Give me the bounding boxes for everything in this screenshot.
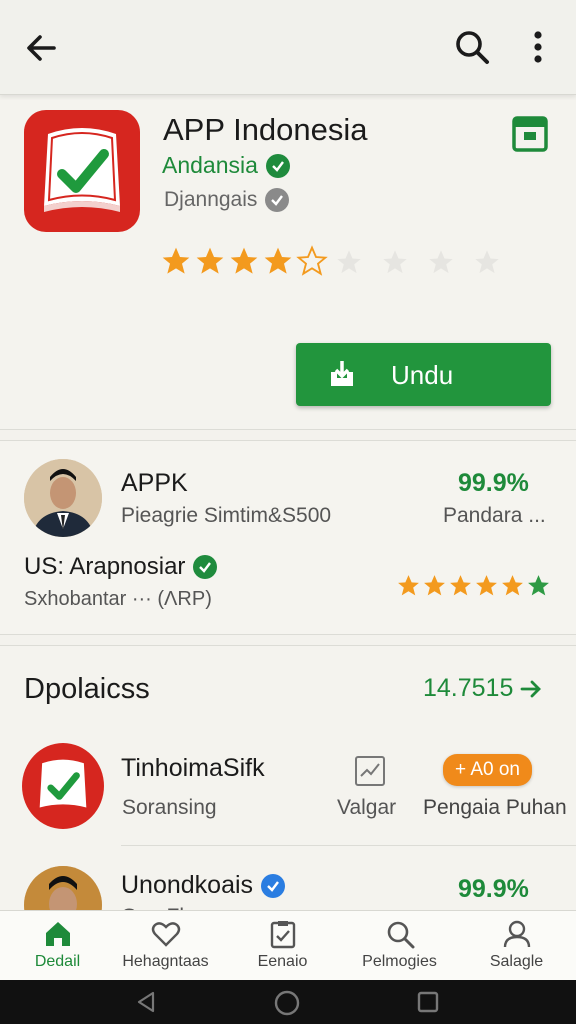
search-icon[interactable] — [452, 27, 492, 67]
star-icon — [337, 250, 361, 274]
star-icon — [502, 575, 523, 596]
star-outline-icon — [296, 245, 328, 276]
nav-label: Salagle — [489, 953, 544, 970]
system-recents-icon[interactable] — [416, 990, 440, 1014]
star-icon — [450, 575, 471, 596]
chart-check-icon[interactable] — [355, 756, 385, 786]
rating-stars — [396, 573, 551, 598]
nav-label: Pelmogies — [362, 953, 437, 970]
star-icon — [424, 575, 445, 596]
badge-subtext: Pengaia Puhan — [423, 796, 567, 819]
app-header-card: APP Indonesia Andansia Djanngais Undu — [0, 100, 576, 430]
home-icon — [45, 922, 70, 946]
list-item-title[interactable]: Unondkoais — [121, 871, 286, 900]
nav-item-details[interactable]: Dedail — [0, 917, 115, 979]
publisher-label: Djanngais — [164, 188, 258, 211]
app-title: APP Indonesia — [163, 112, 368, 147]
percent-value: 99.9% — [458, 875, 529, 903]
developer-label: Andansia — [162, 152, 258, 178]
star-icon — [162, 247, 190, 274]
verified-blue-icon — [261, 873, 286, 898]
bookmark-icon[interactable] — [510, 114, 550, 154]
system-back-icon[interactable] — [134, 990, 158, 1014]
clipboard-check-icon — [270, 921, 295, 949]
developer-card[interactable]: APPK Pieagrie Simtim&S500 99.9% Pandara … — [0, 440, 576, 635]
nav-label: Dedail — [34, 953, 81, 970]
promo-badge[interactable]: + A0 on — [443, 754, 532, 786]
arrow-right-icon — [520, 680, 542, 697]
see-more-value: 14.7515 — [423, 674, 514, 702]
bottom-navigation: Dedail Hehagntaas Eenaio Pelmogies Salag… — [0, 910, 576, 980]
card-subtitle: Pieagrie Simtim&S500 — [121, 504, 332, 527]
more-vert-icon[interactable] — [522, 28, 554, 68]
card-title: APPK — [121, 469, 188, 497]
star-icon — [429, 250, 453, 274]
list-item-subtitle: Soransing — [122, 796, 217, 819]
heart-icon — [151, 922, 180, 947]
percent-value: 99.9% — [458, 469, 529, 497]
card-footer: Sxhobantar ··· (ΛRP) — [24, 588, 212, 610]
search-icon — [387, 921, 414, 949]
star-icon — [196, 247, 224, 274]
nav-item-profile[interactable]: Salagle — [459, 917, 574, 979]
app-logo-icon[interactable] — [22, 743, 104, 829]
publisher-name: Djanngais — [164, 188, 290, 212]
list-item-title-label: Unondkoais — [121, 871, 254, 899]
star-icon — [230, 247, 258, 274]
back-arrow-icon[interactable] — [22, 28, 62, 68]
verified-icon — [265, 153, 290, 178]
app-logo-icon — [24, 110, 140, 232]
list-item-title[interactable]: TinhoimaSifk — [121, 754, 265, 783]
download-icon — [326, 358, 358, 395]
section-title: Dpolaicss — [24, 673, 150, 705]
star-icon — [383, 250, 407, 274]
check-label: Valgar — [337, 796, 397, 819]
nav-item-tasks[interactable]: Eenaio — [225, 917, 340, 979]
divider — [121, 845, 576, 846]
star-icon — [264, 247, 292, 274]
percent-subtext: Pandara ... — [443, 504, 546, 527]
see-more-link[interactable]: 14.7515 — [423, 674, 543, 703]
star-icon — [398, 575, 419, 596]
star-icon — [476, 575, 497, 596]
profile-icon — [503, 920, 530, 948]
install-label: Undu — [391, 360, 454, 390]
rating-stars — [160, 245, 328, 277]
developer-line-label: US: Arapnosiar — [24, 553, 186, 580]
app-bar — [0, 0, 576, 95]
star-icon — [475, 250, 499, 274]
nav-item-favorites[interactable]: Hehagntaas — [108, 917, 223, 979]
avatar — [24, 459, 102, 537]
developer-line: US: Arapnosiar — [24, 553, 218, 581]
developer-name[interactable]: Andansia — [162, 152, 290, 179]
system-home-icon[interactable] — [274, 990, 300, 1016]
leaf-icon — [528, 575, 549, 596]
verified-icon — [193, 555, 218, 579]
related-apps-section: Dpolaicss 14.7515 TinhoimaSifk Soransing… — [0, 645, 576, 944]
install-button[interactable]: Undu — [296, 343, 551, 406]
nav-item-search[interactable]: Pelmogies — [342, 917, 457, 979]
verified-gray-icon — [265, 188, 290, 212]
nav-label: Hehagntaas — [122, 953, 209, 970]
faded-stars-decoration — [335, 248, 501, 276]
nav-label: Eenaio — [257, 953, 308, 970]
system-navigation-bar — [0, 980, 576, 1024]
